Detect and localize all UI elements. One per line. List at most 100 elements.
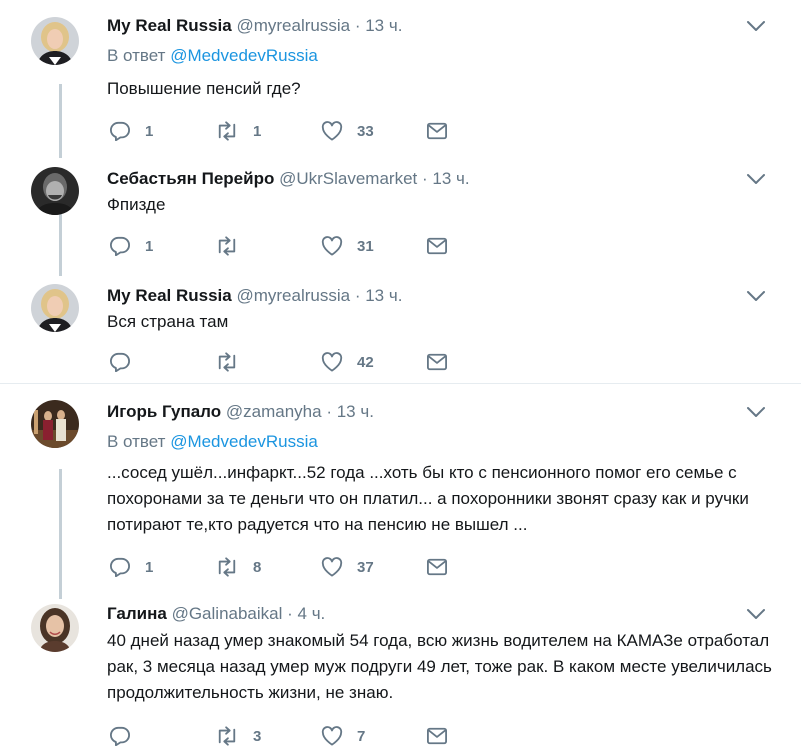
separator: · <box>282 604 298 623</box>
retweet-button[interactable] <box>215 351 253 373</box>
timestamp[interactable]: 4 ч. <box>298 604 326 623</box>
direct-message-button[interactable] <box>426 235 448 257</box>
retweet-button[interactable]: 8 <box>215 556 261 578</box>
retweet-button[interactable]: 1 <box>215 120 261 142</box>
chevron-down-icon[interactable] <box>746 20 766 32</box>
username[interactable]: @Galinabaikal <box>172 604 283 623</box>
direct-message-button[interactable] <box>426 351 448 373</box>
like-button[interactable]: 31 <box>321 235 374 257</box>
chevron-down-icon[interactable] <box>746 173 766 185</box>
username[interactable]: @myrealrussia <box>236 286 350 305</box>
like-button[interactable]: 7 <box>321 725 365 747</box>
tweet-actions: 1 1 33 <box>107 120 467 142</box>
avatar[interactable] <box>31 400 79 448</box>
divider <box>0 383 801 384</box>
like-icon <box>321 236 343 256</box>
like-icon <box>321 557 343 577</box>
retweet-count: 3 <box>253 727 262 745</box>
like-count: 42 <box>357 353 374 371</box>
reply-to-link[interactable]: @MedvedevRussia <box>170 432 318 451</box>
username[interactable]: @UkrSlavemarket <box>279 169 417 188</box>
avatar[interactable] <box>31 284 79 332</box>
tweet-text: Вся страна там <box>107 312 229 331</box>
timestamp[interactable]: 13 ч. <box>432 169 469 188</box>
tweet[interactable]: Себастьян Перейро @UkrSlavemarket · 13 ч… <box>0 167 801 267</box>
timestamp[interactable]: 13 ч. <box>337 402 374 421</box>
like-button[interactable]: 42 <box>321 351 374 373</box>
timestamp[interactable]: 13 ч. <box>365 16 402 35</box>
avatar-man-bw-icon <box>31 167 79 215</box>
like-icon <box>321 726 343 746</box>
username[interactable]: @myrealrussia <box>236 16 350 35</box>
display-name[interactable]: Игорь Гупало <box>107 402 221 421</box>
reply-icon <box>109 121 131 141</box>
chevron-down-icon[interactable] <box>746 406 766 418</box>
timestamp[interactable]: 13 ч. <box>365 286 402 305</box>
retweet-icon <box>215 352 239 372</box>
chevron-down-icon[interactable] <box>746 290 766 302</box>
tweet-text: Фпизде <box>107 195 166 214</box>
chevron-down-icon[interactable] <box>746 608 766 620</box>
avatar-woman-blonde-icon <box>31 284 79 332</box>
reply-button[interactable]: 1 <box>109 120 153 142</box>
like-count: 37 <box>357 558 374 576</box>
tweet[interactable]: My Real Russia @myrealrussia · 13 ч. Вся… <box>0 284 801 379</box>
reply-button[interactable] <box>109 725 145 747</box>
separator: · <box>350 16 366 35</box>
username[interactable]: @zamanyha <box>226 402 322 421</box>
direct-message-icon <box>426 557 448 577</box>
direct-message-icon <box>426 121 448 141</box>
reply-count: 1 <box>145 237 154 255</box>
retweet-button[interactable]: 3 <box>215 725 261 747</box>
tweet-header: Игорь Гупало @zamanyha · 13 ч. <box>107 402 374 422</box>
tweet-text: Повышение пенсий где? <box>107 79 301 98</box>
display-name[interactable]: Галина <box>107 604 167 623</box>
avatar-stage-people-icon <box>31 400 79 448</box>
like-count: 31 <box>357 237 374 255</box>
like-icon <box>321 121 343 141</box>
direct-message-icon <box>426 236 448 256</box>
reply-icon <box>109 557 131 577</box>
tweet-header: My Real Russia @myrealrussia · 13 ч. <box>107 16 402 36</box>
tweet-actions: 1 8 37 <box>107 556 467 578</box>
display-name[interactable]: Себастьян Перейро <box>107 169 274 188</box>
avatar-woman-blonde-icon <box>31 17 79 65</box>
direct-message-button[interactable] <box>426 120 448 142</box>
tweet[interactable]: My Real Russia @myrealrussia · 13 ч. В о… <box>0 14 801 154</box>
avatar[interactable] <box>31 167 79 215</box>
tweet[interactable]: Галина @Galinabaikal · 4 ч. 40 дней наза… <box>0 604 801 745</box>
reply-count: 1 <box>145 558 154 576</box>
retweet-icon <box>215 236 239 256</box>
retweet-count: 8 <box>253 558 262 576</box>
retweet-count: 1 <box>253 122 262 140</box>
like-count: 7 <box>357 727 366 745</box>
reply-button[interactable] <box>109 351 145 373</box>
reply-button[interactable]: 1 <box>109 556 153 578</box>
tweet-actions: 3 7 <box>107 725 467 747</box>
direct-message-button[interactable] <box>426 725 448 747</box>
avatar[interactable] <box>31 604 79 652</box>
separator: · <box>321 402 337 421</box>
tweet-header: Себастьян Перейро @UkrSlavemarket · 13 ч… <box>107 169 470 189</box>
like-count: 33 <box>357 122 374 140</box>
retweet-button[interactable] <box>215 235 253 257</box>
retweet-icon <box>215 121 239 141</box>
reply-icon <box>109 236 131 256</box>
avatar[interactable] <box>31 17 79 65</box>
like-button[interactable]: 37 <box>321 556 374 578</box>
reply-prefix: В ответ <box>107 46 166 65</box>
reply-button[interactable]: 1 <box>109 235 153 257</box>
display-name[interactable]: My Real Russia <box>107 16 232 35</box>
tweet-actions: 42 <box>107 351 467 373</box>
separator: · <box>417 169 433 188</box>
separator: · <box>350 286 366 305</box>
direct-message-icon <box>426 352 448 372</box>
reply-to-link[interactable]: @MedvedevRussia <box>170 46 318 65</box>
display-name[interactable]: My Real Russia <box>107 286 232 305</box>
like-button[interactable]: 33 <box>321 120 374 142</box>
tweet[interactable]: Игорь Гупало @zamanyha · 13 ч. В ответ @… <box>0 400 801 590</box>
like-icon <box>321 352 343 372</box>
direct-message-button[interactable] <box>426 556 448 578</box>
tweet-text: 40 дней назад умер знакомый 54 года, всю… <box>107 631 772 702</box>
reply-prefix: В ответ <box>107 432 166 451</box>
